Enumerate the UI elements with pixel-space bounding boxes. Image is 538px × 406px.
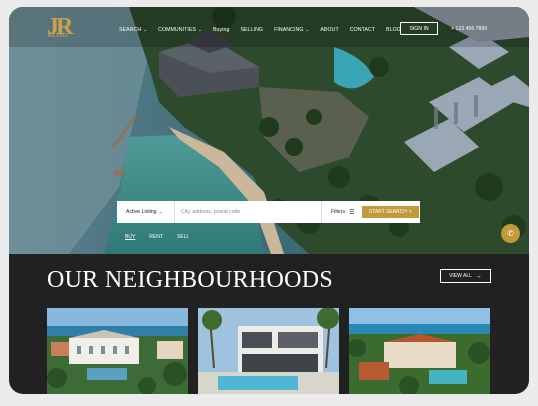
nav-item-search[interactable]: SEARCH ⌄: [119, 27, 147, 33]
nav-item-contact[interactable]: CONTACT: [350, 27, 375, 33]
neighbourhood-photo: [47, 308, 188, 394]
chevron-down-icon: ⌄: [143, 27, 148, 32]
nav-item-about[interactable]: ABOUT: [320, 27, 338, 33]
browser-frame: JR RESSO SEARCH ⌄ COMMUNITIES ⌄ Buying SEL…: [9, 7, 529, 394]
search-bar: Active Listing ⌄ Filters ☰ START SEARCH …: [117, 201, 420, 223]
search-mode-tabs: BUY RENT SELL: [125, 234, 203, 240]
logo-tagline: RESSO: [48, 33, 68, 39]
main-nav: SEARCH ⌄ COMMUNITIES ⌄ Buying SELLING FINA…: [119, 27, 412, 33]
view-all-button[interactable]: VIEW ALL →: [440, 269, 491, 283]
nav-item-buying[interactable]: Buying: [213, 27, 229, 33]
tab-sell[interactable]: SELL: [177, 234, 189, 240]
neighbourhood-card[interactable]: [47, 308, 188, 394]
neighbourhood-photo: [198, 308, 339, 394]
phone-icon: ✆: [507, 229, 514, 238]
filters-label: Filters: [331, 209, 346, 215]
nav-item-communities[interactable]: COMMUNITIES ⌄: [158, 27, 202, 33]
nav-label: FINANCING: [274, 27, 304, 33]
nav-label: SELLING: [240, 27, 264, 33]
nav-item-blog[interactable]: BLOG: [386, 27, 401, 33]
neighbourhood-photo: [349, 308, 490, 394]
nav-label: Buying: [212, 27, 230, 33]
neighbourhood-card[interactable]: [198, 308, 339, 394]
chevron-down-icon: ⌄: [158, 209, 163, 214]
view-all-label: VIEW ALL: [449, 273, 472, 279]
start-search-button[interactable]: START SEARCH ⌕: [362, 206, 419, 218]
brand-logo[interactable]: JR RESSO: [47, 14, 83, 44]
filters-button[interactable]: Filters ☰: [321, 201, 359, 223]
section-title: OUR NEIGHBOURHOODS: [47, 267, 334, 293]
sliders-icon: ☰: [349, 209, 355, 216]
nav-item-financing[interactable]: FINANCING ⌄: [274, 27, 309, 33]
sign-in-button[interactable]: SIGN IN: [400, 22, 438, 35]
chevron-down-icon: ⌄: [305, 27, 310, 32]
neighbourhood-card[interactable]: [349, 308, 490, 394]
search-icon: ⌕: [408, 208, 413, 215]
listing-status-dropdown[interactable]: Active Listing ⌄: [117, 201, 175, 223]
nav-label: CONTACT: [349, 27, 376, 33]
chevron-down-icon: ⌄: [198, 27, 202, 32]
nav-item-selling[interactable]: SELLING: [240, 27, 263, 33]
arrow-right-icon: →: [474, 272, 482, 280]
nav-label: ABOUT: [320, 27, 339, 33]
header-phone-link[interactable]: + 123 456 7890: [451, 26, 487, 32]
listing-status-label: Active Listing: [126, 209, 157, 215]
nav-label: SEARCH: [119, 27, 142, 33]
nav-label: COMMUNITIES: [158, 27, 197, 33]
tab-rent[interactable]: RENT: [149, 234, 163, 240]
hero-section: JR RESSO SEARCH ⌄ COMMUNITIES ⌄ Buying SEL…: [9, 7, 529, 254]
nav-label: BLOG: [386, 27, 401, 33]
call-button[interactable]: ✆: [501, 224, 520, 243]
tab-buy[interactable]: BUY: [125, 234, 135, 240]
start-search-label: START SEARCH: [368, 209, 407, 215]
location-search-input[interactable]: [181, 205, 318, 219]
